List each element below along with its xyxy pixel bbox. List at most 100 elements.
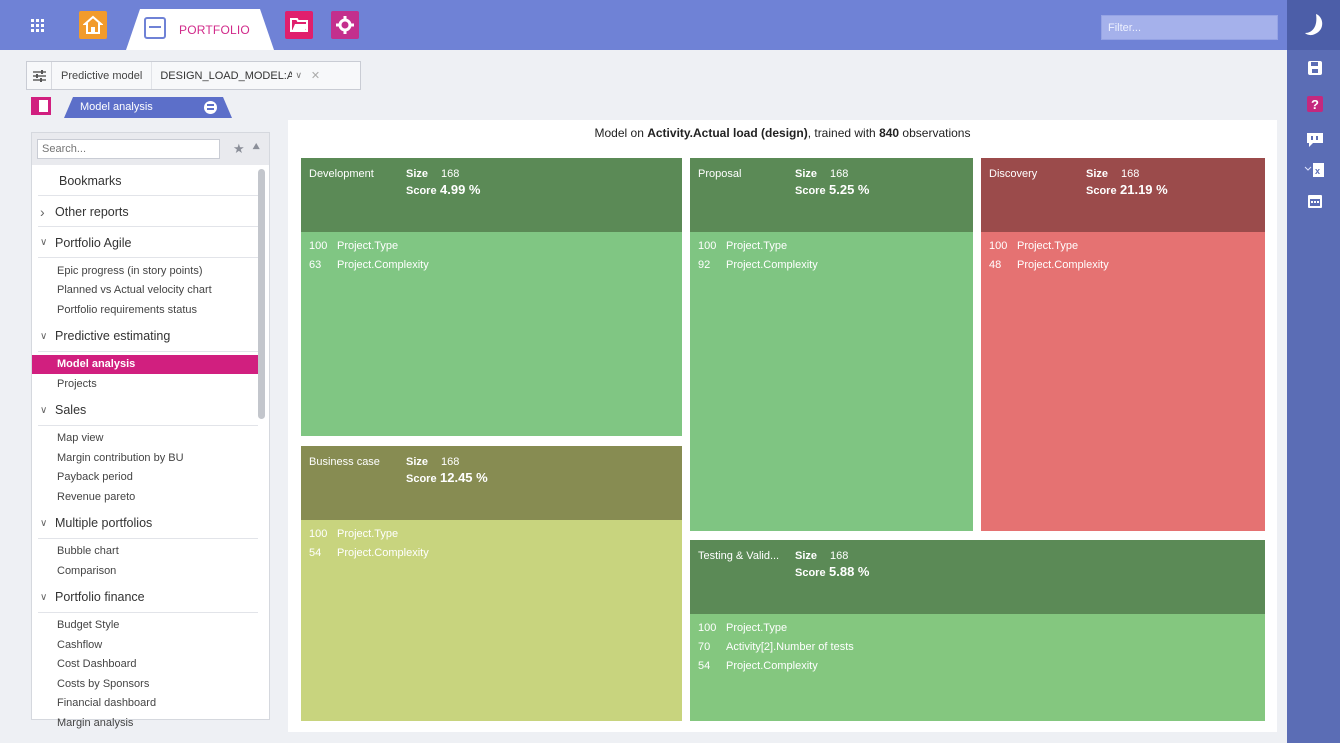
sidebar-item-label: Map view: [57, 432, 104, 444]
treemap-tile[interactable]: Testing & Valid... Size 168 Score 5.88 % 100 P…: [690, 540, 1265, 721]
sidebar-section[interactable]: ∨ Multiple portfolios: [32, 508, 258, 539]
model-select[interactable]: DESIGN_LOAD_MODEL:Activit: [152, 70, 292, 82]
treemap-tile[interactable]: Business case Size 168 Score 12.45 % 100 Proje…: [301, 446, 682, 721]
chevron-down-icon[interactable]: ∨: [295, 70, 302, 81]
score-label: Score: [406, 185, 437, 197]
score-value: 21.19 %: [1120, 182, 1168, 197]
sidebar-item[interactable]: Epic progress (in story points): [32, 261, 258, 280]
collapse-all-icon[interactable]: ⯅: [251, 139, 261, 155]
sidebar-item[interactable]: Projects: [32, 374, 258, 393]
sidebar-item[interactable]: Map view: [32, 429, 258, 448]
filter-settings-icon[interactable]: [27, 62, 52, 89]
feature-name: Project.Type: [337, 240, 399, 252]
svg-text:?: ?: [1311, 97, 1319, 112]
sidebar-section[interactable]: › Other reports: [32, 196, 258, 227]
treemap-tile[interactable]: Discovery Size 168 Score 21.19 % 100 Project.T…: [981, 158, 1265, 531]
model-title-prefix: Model on: [594, 126, 648, 140]
chevron-down-icon: ∨: [40, 237, 48, 248]
scrollbar[interactable]: [258, 169, 265, 419]
treemap-tile[interactable]: Development Size 168 Score 4.99 % 100 Project.…: [301, 158, 682, 436]
size-label: Size: [795, 550, 818, 562]
sidebar-item[interactable]: Cost Dashboard: [32, 655, 258, 674]
tile-header: Proposal Size 168 Score 5.25 %: [690, 158, 973, 232]
sidebar-item[interactable]: Margin contribution by BU: [32, 448, 258, 467]
sidebar-item[interactable]: Bubble chart: [32, 542, 258, 561]
sidebar-item[interactable]: Cashflow: [32, 635, 258, 654]
tile-name: Proposal: [698, 168, 742, 180]
feature-importance-value: 100: [698, 622, 717, 634]
sidebar-item-label: Budget Style: [57, 619, 120, 631]
model-title-mid: , trained with: [807, 126, 880, 140]
filter-input[interactable]: [1101, 15, 1278, 40]
size-value: 168: [830, 168, 849, 180]
menu-icon[interactable]: [204, 101, 217, 114]
sidebar-item[interactable]: Costs by Sponsors: [32, 674, 258, 693]
settings-button[interactable]: [331, 11, 359, 39]
clear-icon[interactable]: ✕: [311, 69, 320, 82]
model-select-value: DESIGN_LOAD_MODEL:Activit: [160, 69, 293, 82]
size-label: Size: [1086, 168, 1109, 180]
open-folder-button[interactable]: [285, 11, 313, 39]
star-icon[interactable]: ★: [233, 141, 245, 157]
feature-importance-value: 70: [698, 641, 711, 653]
model-target: Activity.Actual load (design): [647, 126, 808, 140]
sidebar-section-label: Portfolio finance: [55, 590, 145, 604]
sidebar-item[interactable]: Comparison: [32, 561, 258, 580]
comments-icon[interactable]: [1304, 129, 1326, 151]
top-bar: PORTFOLIO: [0, 0, 1287, 50]
sidebar-section-label: Predictive estimating: [55, 329, 171, 343]
tile-header: Testing & Valid... Size 168 Score 5.88 %: [690, 540, 1265, 614]
sidebar-item-label: Margin contribution by BU: [57, 451, 184, 464]
feature-importance-row: 48 Project.Complexity: [989, 259, 1109, 271]
sidebar-item-label: Financial dashboard: [57, 697, 157, 709]
calendar-icon[interactable]: [1304, 190, 1326, 212]
tile-name: Development: [309, 168, 374, 180]
excel-export-icon[interactable]: x: [1304, 159, 1326, 181]
tile-name: Discovery: [989, 168, 1038, 180]
treemap-tile[interactable]: Proposal Size 168 Score 5.25 % 100 Project.Typ…: [690, 158, 973, 531]
sidebar-section-label: Other reports: [55, 204, 129, 219]
sidebar-section-label: Sales: [55, 403, 87, 417]
sidebar-section[interactable]: ∨ Portfolio Agile: [32, 227, 258, 258]
chevron-down-icon: ∨: [40, 517, 48, 529]
sidebar-item-label: Margin analysis: [57, 716, 134, 729]
feature-importance-row: 100 Project.Type: [698, 240, 787, 252]
home-button[interactable]: [79, 11, 107, 39]
sidebar-section-label: Bookmarks: [59, 173, 122, 188]
sidebar-section[interactable]: ∨ Predictive estimating: [32, 321, 258, 352]
navigation-search-bar: ★ ⯅: [32, 133, 269, 165]
sidebar-item[interactable]: Budget Style: [32, 616, 258, 635]
sidebar-item[interactable]: Revenue pareto: [32, 487, 258, 506]
feature-importance-row: 100 Project.Type: [309, 528, 398, 540]
tab-model-analysis[interactable]: Model analysis: [64, 97, 232, 118]
feature-name: Activity[2].Number of tests: [726, 641, 854, 653]
apps-grid-icon[interactable]: [26, 14, 50, 38]
chevron-down-icon: ∨: [40, 404, 48, 416]
tab-portfolio[interactable]: PORTFOLIO: [126, 9, 274, 50]
sidebar-item-active[interactable]: Model analysis: [32, 354, 258, 374]
feature-name: Project.Complexity: [337, 547, 429, 559]
tile-body: 100 Project.Type 48 Project.Complexity: [981, 232, 1265, 531]
sidebar-item[interactable]: Financial dashboard: [32, 694, 258, 713]
sidebar-section[interactable]: Bookmarks: [32, 165, 258, 196]
feature-importance-value: 100: [309, 528, 328, 540]
tile-body: 100 Project.Type 54 Project.Complexity: [301, 520, 682, 721]
crescent-logo-icon[interactable]: [1304, 14, 1326, 36]
sidebar-section-label: Portfolio Agile: [55, 235, 132, 250]
score-value: 5.88 %: [829, 564, 870, 579]
help-icon[interactable]: ?: [1304, 93, 1326, 115]
sidebar-section[interactable]: ∨ Sales: [32, 395, 258, 426]
sidebar-item-label: Epic progress (in story points): [57, 264, 203, 277]
tile-name: Testing & Valid...: [698, 550, 780, 562]
sidebar-item[interactable]: Margin analysis: [32, 713, 258, 732]
toggle-sidebar-icon[interactable]: [31, 97, 51, 115]
sidebar-section[interactable]: ∨ Portfolio finance: [32, 582, 258, 613]
sidebar-item[interactable]: Payback period: [32, 468, 258, 487]
save-icon[interactable]: [1304, 57, 1326, 79]
search-input[interactable]: [37, 139, 220, 159]
feature-name: Project.Complexity: [1017, 259, 1109, 271]
sidebar-item[interactable]: Portfolio requirements status: [32, 300, 258, 319]
sidebar-item-label: Payback period: [57, 471, 133, 483]
feature-importance-value: 100: [989, 240, 1008, 252]
sidebar-item[interactable]: Planned vs Actual velocity chart: [32, 281, 258, 300]
